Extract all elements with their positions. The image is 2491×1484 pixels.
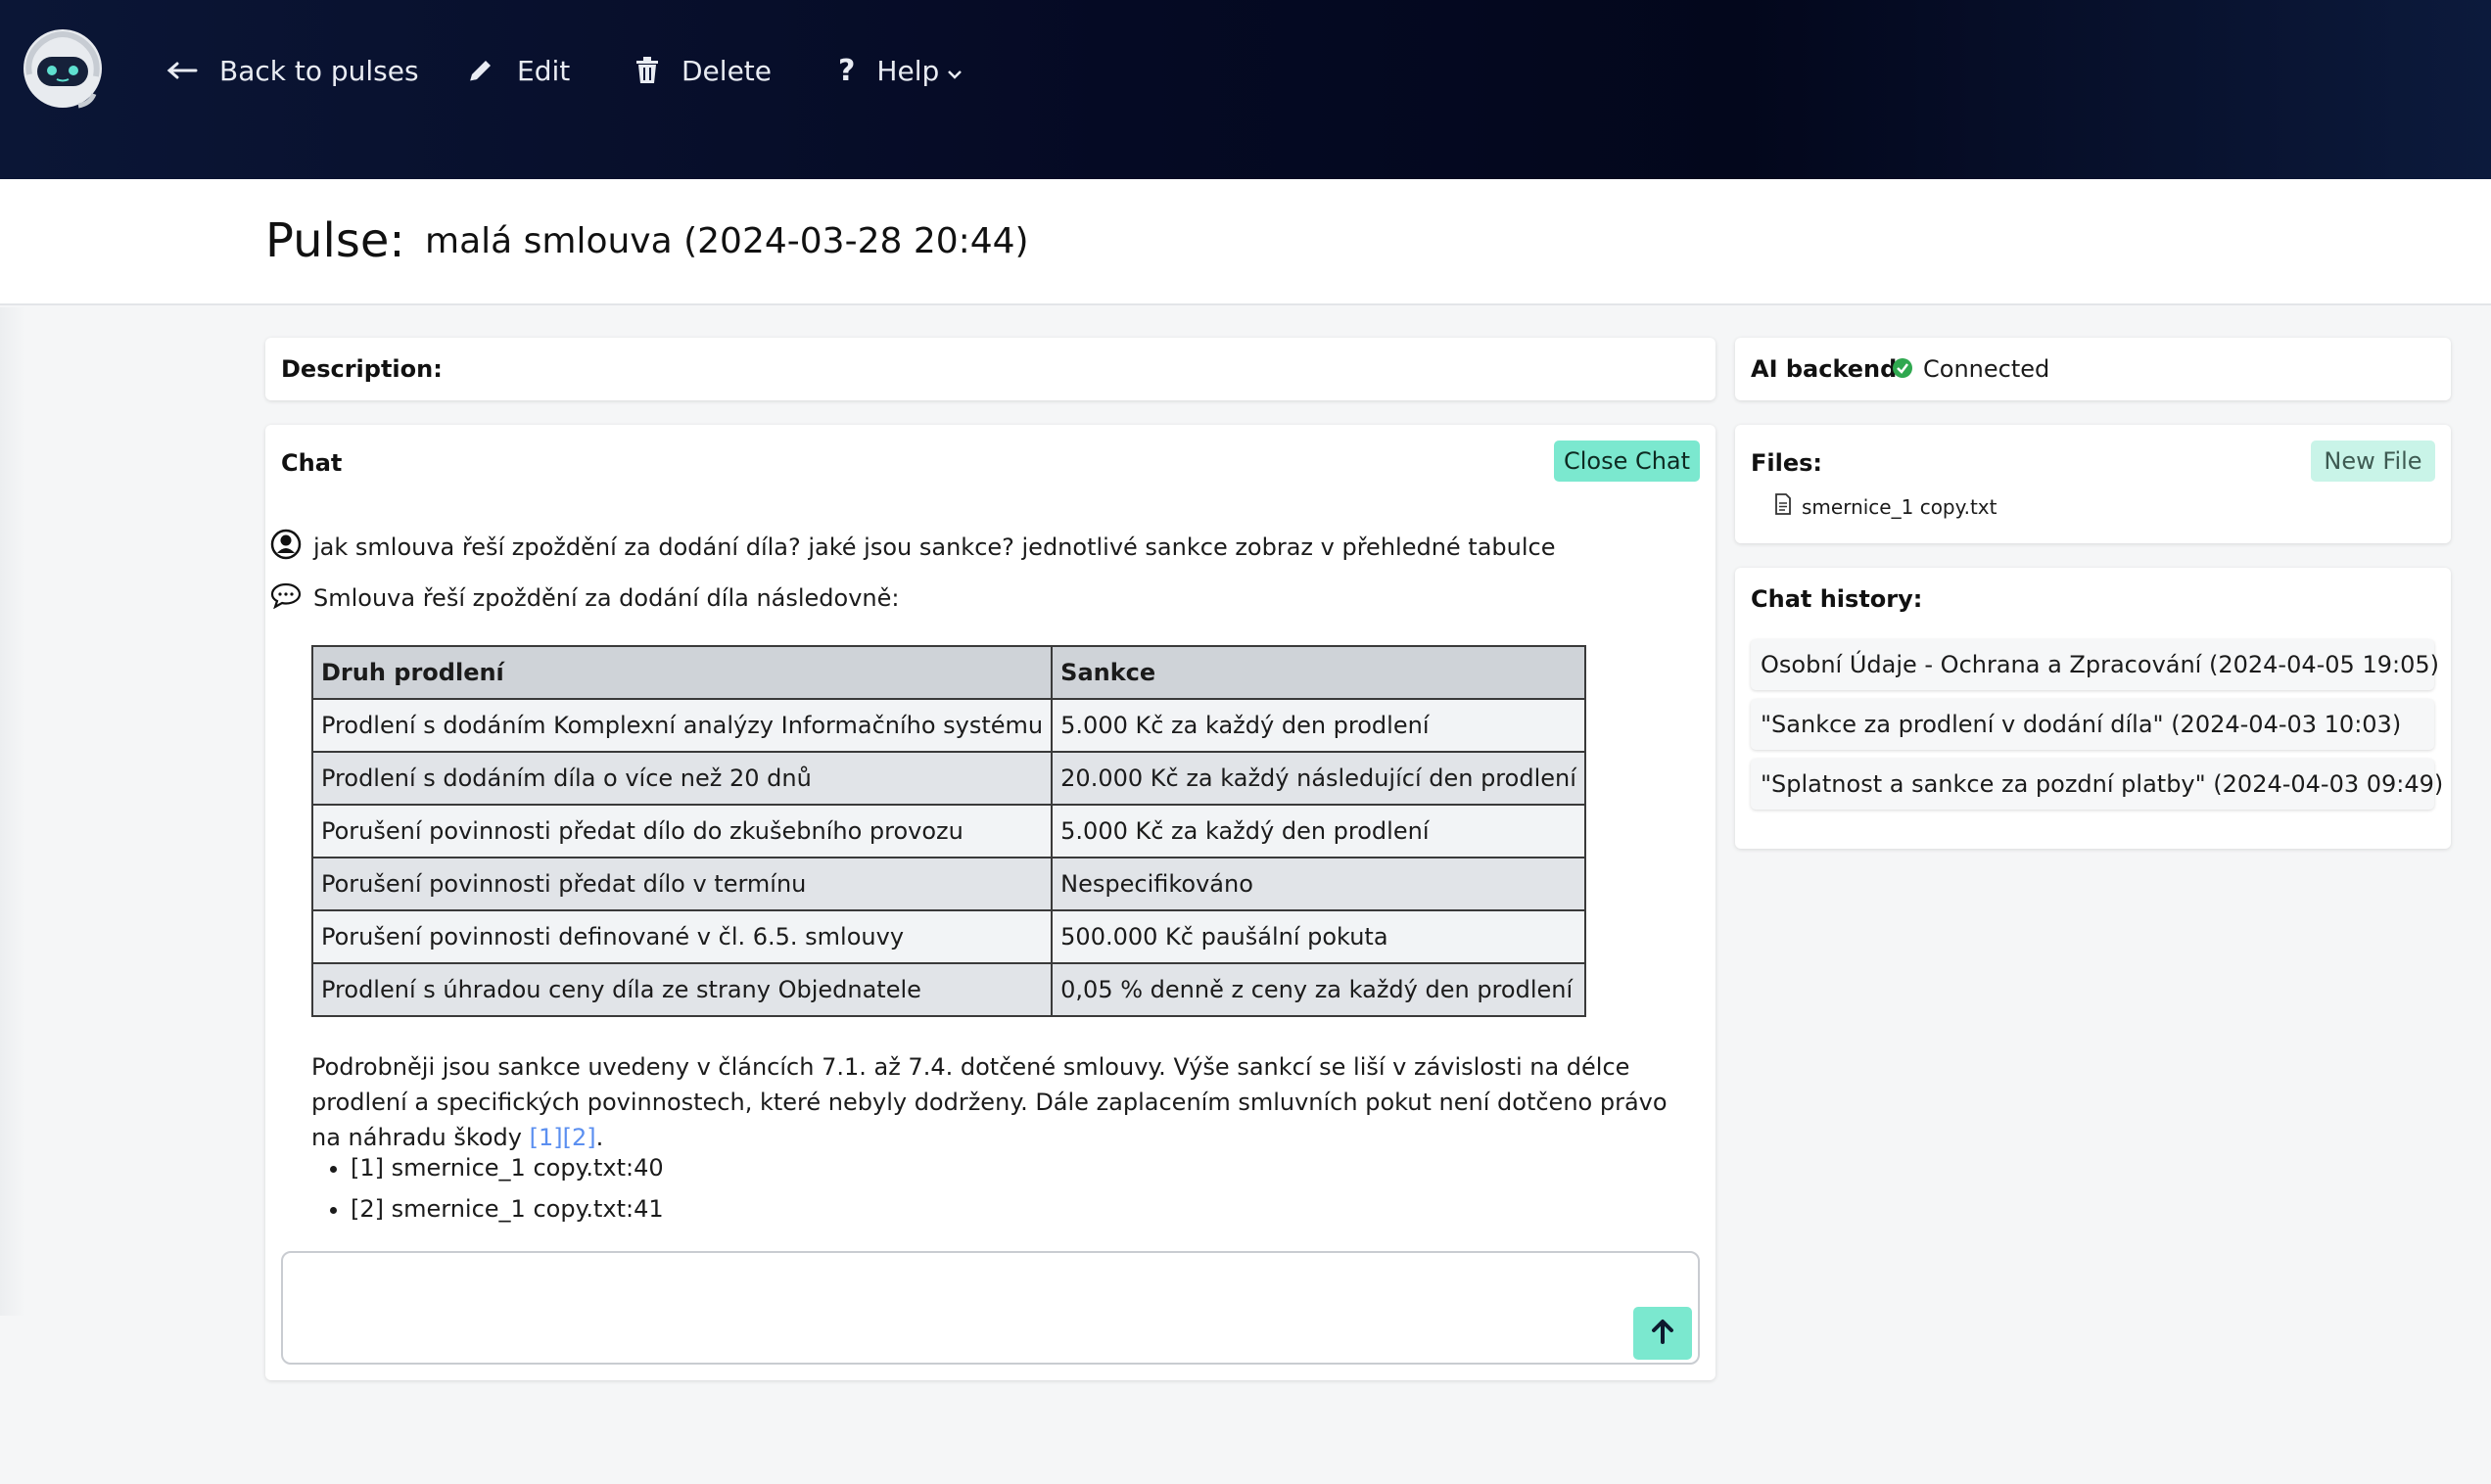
file-icon: [1774, 493, 1792, 520]
bot-message: Smlouva řeší zpoždění za dodání díla nás…: [270, 581, 900, 615]
arrow-up-icon: [1649, 1318, 1676, 1349]
table-cell: Porušení povinnosti definované v čl. 6.5…: [310, 909, 1054, 964]
table-cell: 0,05 % denně z ceny za každý den prodlen…: [1051, 962, 1586, 1017]
citation-link[interactable]: [1][2]: [530, 1124, 596, 1151]
arrow-left-icon: [166, 61, 198, 80]
description-card: Description:: [265, 338, 1716, 400]
check-circle-icon: [1892, 357, 1913, 383]
pencil-icon: [466, 56, 495, 85]
ai-backend-label: AI backend:: [1751, 355, 1906, 383]
close-chat-button[interactable]: Close Chat: [1554, 441, 1700, 482]
bot-explanation-text: Podrobněji jsou sankce uvedeny v článcíc…: [311, 1053, 1668, 1151]
edit-button[interactable]: Edit: [466, 49, 570, 92]
chat-history-label: Chat history:: [1751, 585, 1923, 613]
user-message: jak smlouva řeší zpoždění za dodání díla…: [270, 529, 1556, 566]
left-gutter: [0, 307, 25, 1316]
table-cell: 20.000 Kč za každý následující den prodl…: [1051, 751, 1586, 806]
table-cell: 500.000 Kč paušální pokuta: [1051, 909, 1586, 964]
chat-input[interactable]: [281, 1251, 1700, 1365]
history-item[interactable]: "Splatnost a sankce za pozdní platby" (2…: [1751, 759, 2443, 810]
edit-label: Edit: [517, 54, 571, 87]
table-cell: Porušení povinnosti předat dílo do zkuše…: [310, 804, 1054, 858]
file-item[interactable]: smernice_1 copy.txt: [1774, 493, 1997, 520]
description-label: Description:: [281, 355, 443, 383]
ai-backend-card: AI backend: Connected: [1735, 338, 2451, 400]
table-row: Porušení povinnosti předat dílo v termín…: [310, 857, 1586, 911]
reference-item: [2] smernice_1 copy.txt:41: [351, 1192, 664, 1233]
table-cell: Porušení povinnosti předat dílo v termín…: [310, 857, 1054, 911]
robot-logo-icon[interactable]: [20, 25, 106, 116]
chevron-down-icon: [947, 55, 963, 87]
table-row: Prodlení s dodáním díla o více než 20 dn…: [310, 751, 1586, 806]
reference-list: [1] smernice_1 copy.txt:40 [2] smernice_…: [351, 1151, 664, 1233]
help-label: Help: [876, 54, 940, 87]
table-cell: Nespecifikováno: [1051, 857, 1586, 911]
sanctions-table: Druh prodlení Sankce Prodlení s dodáním …: [310, 645, 1586, 1017]
back-label: Back to pulses: [219, 54, 419, 87]
new-file-button[interactable]: New File: [2311, 441, 2435, 482]
table-row: Porušení povinnosti předat dílo do zkuše…: [310, 804, 1586, 858]
table-cell: Prodlení s úhradou ceny díla ze strany O…: [310, 962, 1054, 1017]
user-circle-icon: [270, 529, 302, 566]
top-navbar: Back to pulses Edit Delete ? Help: [0, 0, 2491, 179]
file-name: smernice_1 copy.txt: [1802, 494, 1998, 519]
files-card: Files: New File smernice_1 copy.txt: [1735, 425, 2451, 543]
table-cell: 5.000 Kč za každý den prodlení: [1051, 698, 1586, 753]
page-title-prefix: Pulse:: [265, 213, 405, 268]
table-header-cell: Druh prodlení: [310, 645, 1054, 700]
bot-explanation-end: .: [595, 1124, 604, 1151]
question-icon: ?: [838, 53, 856, 88]
chat-label: Chat: [281, 449, 343, 477]
send-button[interactable]: [1633, 1307, 1692, 1360]
table-row: Prodlení s dodáním Komplexní analýzy Inf…: [310, 698, 1586, 753]
trash-icon: [634, 56, 660, 85]
table-row: Porušení povinnosti definované v čl. 6.5…: [310, 909, 1586, 964]
ai-backend-status: Connected: [1923, 355, 2050, 383]
speech-bubble-icon: [270, 581, 302, 615]
files-label: Files:: [1751, 449, 1823, 477]
user-message-text: jak smlouva řeší zpoždění za dodání díla…: [313, 533, 1556, 561]
help-menu[interactable]: ? Help: [838, 49, 963, 92]
table-row: Prodlení s úhradou ceny díla ze strany O…: [310, 962, 1586, 1017]
delete-button[interactable]: Delete: [634, 49, 772, 92]
table-cell: Prodlení s dodáním díla o více než 20 dn…: [310, 751, 1054, 806]
bot-explanation: Podrobněji jsou sankce uvedeny v článcíc…: [311, 1049, 1692, 1155]
history-item[interactable]: "Sankce za prodlení v dodání díla" (2024…: [1751, 699, 2434, 750]
reference-item: [1] smernice_1 copy.txt:40: [351, 1151, 664, 1192]
back-to-pulses-link[interactable]: Back to pulses: [166, 49, 419, 92]
table-header-row: Druh prodlení Sankce: [310, 645, 1586, 700]
table-header-cell: Sankce: [1051, 645, 1586, 700]
table-cell: 5.000 Kč za každý den prodlení: [1051, 804, 1586, 858]
table-cell: Prodlení s dodáním Komplexní analýzy Inf…: [310, 698, 1054, 753]
bot-intro-text: Smlouva řeší zpoždění za dodání díla nás…: [313, 584, 900, 612]
page-title: malá smlouva (2024-03-28 20:44): [425, 221, 1029, 261]
history-item[interactable]: Osobní Údaje - Ochrana a Zpracování (202…: [1751, 639, 2439, 690]
delete-label: Delete: [682, 54, 772, 87]
